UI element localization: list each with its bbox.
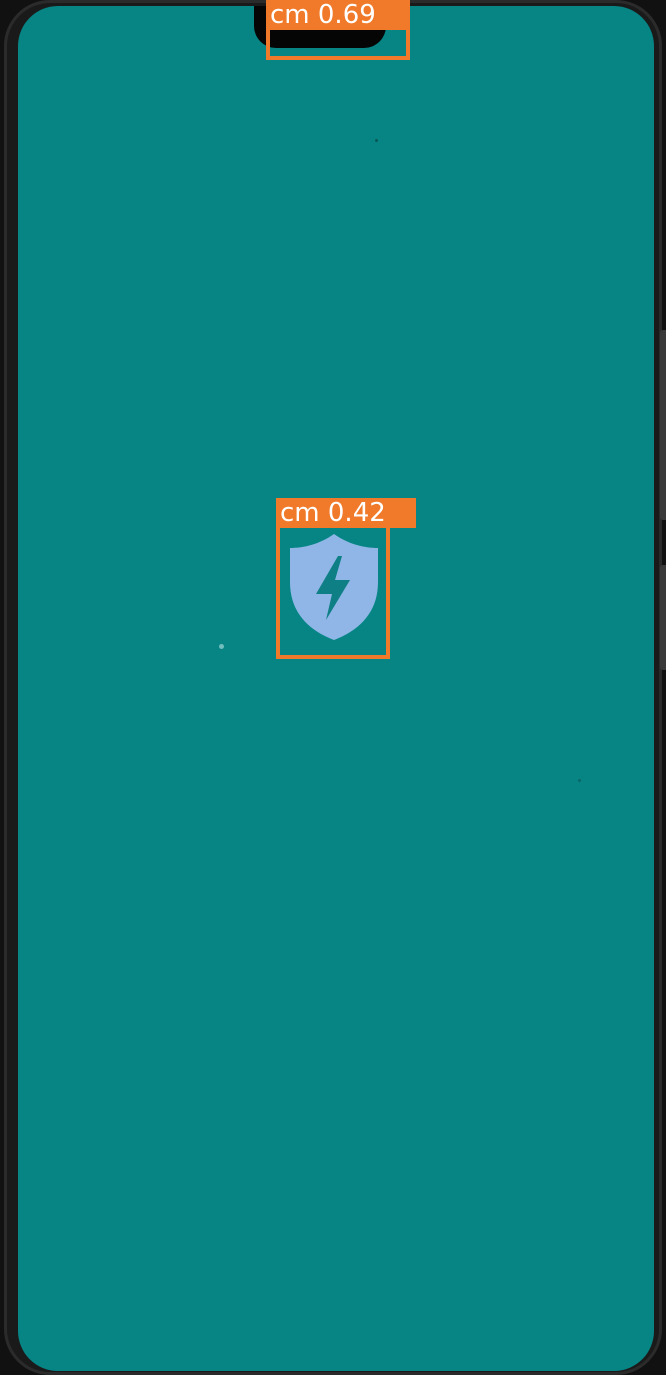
detection-score: 0.69 [317, 0, 376, 30]
screen-speck [219, 644, 224, 649]
detection-label-notch: cm 0.69 [266, 0, 410, 30]
detection-label-icon: cm 0.42 [276, 498, 416, 528]
detection-class: cm [270, 0, 310, 30]
screen-speck [578, 779, 581, 782]
detection-class: cm [280, 498, 320, 528]
power-button [660, 565, 666, 670]
detection-score: 0.42 [327, 498, 386, 528]
volume-button [660, 330, 666, 520]
screen-speck [375, 139, 378, 142]
detection-box-icon [276, 522, 390, 659]
phone-screen[interactable] [18, 6, 654, 1371]
phone-device: cm 0.69 cm 0.42 [0, 0, 666, 1375]
